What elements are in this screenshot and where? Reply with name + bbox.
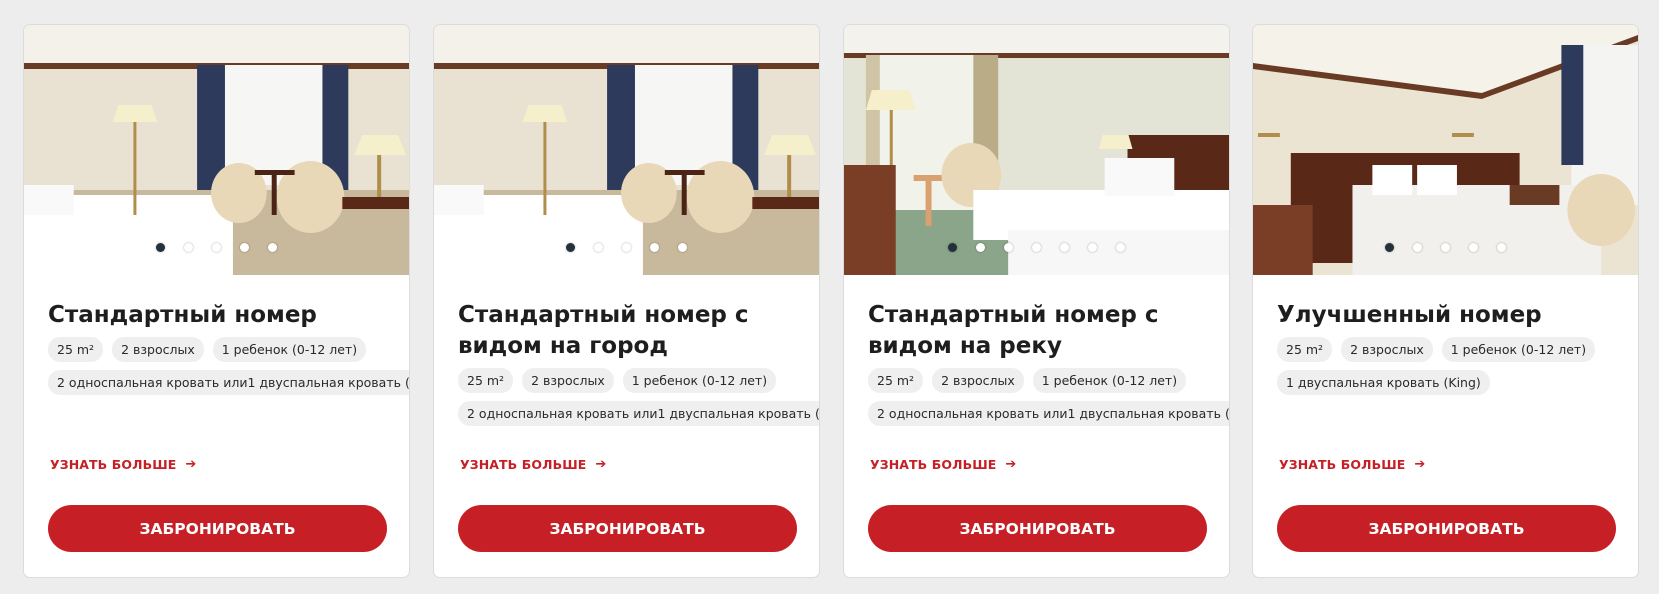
area-tag: 25 m² xyxy=(868,368,924,393)
adults-tag: 2 взрослых xyxy=(932,368,1024,393)
carousel-dot[interactable] xyxy=(650,243,659,252)
room-photo xyxy=(844,25,1229,275)
carousel-dot[interactable] xyxy=(1497,243,1506,252)
child-tag: 1 ребенок (0-12 лет) xyxy=(1441,337,1596,362)
carousel-dot[interactable] xyxy=(594,243,603,252)
room-card-body: Стандартный номер с видом на город 25 m²… xyxy=(458,300,819,426)
adults-tag: 2 взрослых xyxy=(1341,337,1433,362)
child-tag: 1 ребенок (0-12 лет) xyxy=(1032,368,1187,393)
carousel-dot[interactable] xyxy=(268,243,277,252)
book-button[interactable]: ЗАБРОНИРОВАТЬ xyxy=(458,505,797,552)
room-photo xyxy=(24,25,409,275)
carousel-dot[interactable] xyxy=(1413,243,1422,252)
arrow-right-icon: ➔ xyxy=(1005,457,1017,472)
carousel-dot[interactable] xyxy=(1032,243,1041,252)
book-button[interactable]: ЗАБРОНИРОВАТЬ xyxy=(48,505,387,552)
learn-more-link[interactable]: УЗНАТЬ БОЛЬШЕ ➔ xyxy=(460,457,606,472)
child-tag: 1 ребенок (0-12 лет) xyxy=(622,368,777,393)
room-card-body: Стандартный номер с видом на реку 25 m² … xyxy=(868,300,1229,426)
carousel-dot[interactable] xyxy=(1116,243,1125,252)
room-title: Стандартный номер xyxy=(48,302,317,328)
carousel-dot[interactable] xyxy=(1385,243,1394,252)
carousel-dots xyxy=(24,243,409,252)
learn-more-label: УЗНАТЬ БОЛЬШЕ xyxy=(870,457,997,472)
carousel-dot[interactable] xyxy=(566,243,575,252)
arrow-right-icon: ➔ xyxy=(185,457,197,472)
room-cards-grid: Стандартный номер 25 m² 2 взрослых 1 реб… xyxy=(0,0,1659,594)
carousel-dot[interactable] xyxy=(212,243,221,252)
room-tags: 25 m² 2 взрослых 1 ребенок (0-12 лет) 2 … xyxy=(48,337,409,395)
room-photo xyxy=(1253,25,1638,275)
bed-tag: 2 односпальная кровать или1 двуспальная … xyxy=(868,401,1229,426)
book-button[interactable]: ЗАБРОНИРОВАТЬ xyxy=(1277,505,1616,552)
carousel-dot[interactable] xyxy=(1060,243,1069,252)
room-tags: 25 m² 2 взрослых 1 ребенок (0-12 лет) 1 … xyxy=(1277,337,1620,395)
carousel-dots xyxy=(434,243,819,252)
room-tags: 25 m² 2 взрослых 1 ребенок (0-12 лет) 2 … xyxy=(458,368,819,426)
child-tag: 1 ребенок (0-12 лет) xyxy=(212,337,367,362)
room-photo-carousel[interactable] xyxy=(434,25,819,275)
carousel-dot[interactable] xyxy=(948,243,957,252)
carousel-dot[interactable] xyxy=(1088,243,1097,252)
area-tag: 25 m² xyxy=(48,337,104,362)
area-tag: 25 m² xyxy=(1277,337,1333,362)
learn-more-link[interactable]: УЗНАТЬ БОЛЬШЕ ➔ xyxy=(50,457,196,472)
learn-more-label: УЗНАТЬ БОЛЬШЕ xyxy=(50,457,177,472)
carousel-dots xyxy=(844,243,1229,252)
room-tags: 25 m² 2 взрослых 1 ребенок (0-12 лет) 2 … xyxy=(868,368,1229,426)
carousel-dot[interactable] xyxy=(622,243,631,252)
room-card: Стандартный номер 25 m² 2 взрослых 1 реб… xyxy=(23,24,410,578)
book-button[interactable]: ЗАБРОНИРОВАТЬ xyxy=(868,505,1207,552)
room-photo xyxy=(434,25,819,275)
room-card: Стандартный номер с видом на реку 25 m² … xyxy=(843,24,1230,578)
bed-tag: 2 односпальная кровать или1 двуспальная … xyxy=(48,370,409,395)
arrow-right-icon: ➔ xyxy=(595,457,607,472)
carousel-dot[interactable] xyxy=(1004,243,1013,252)
carousel-dot[interactable] xyxy=(184,243,193,252)
room-title: Стандартный номер с видом на реку xyxy=(868,302,1159,359)
bed-tag: 2 односпальная кровать или1 двуспальная … xyxy=(458,401,819,426)
area-tag: 25 m² xyxy=(458,368,514,393)
arrow-right-icon: ➔ xyxy=(1414,457,1426,472)
room-card: Стандартный номер с видом на город 25 m²… xyxy=(433,24,820,578)
room-photo-carousel[interactable] xyxy=(1253,25,1638,275)
learn-more-label: УЗНАТЬ БОЛЬШЕ xyxy=(1279,457,1406,472)
adults-tag: 2 взрослых xyxy=(522,368,614,393)
room-card-body: Улучшенный номер 25 m² 2 взрослых 1 ребе… xyxy=(1277,300,1620,395)
carousel-dot[interactable] xyxy=(240,243,249,252)
learn-more-label: УЗНАТЬ БОЛЬШЕ xyxy=(460,457,587,472)
carousel-dot[interactable] xyxy=(976,243,985,252)
carousel-dot[interactable] xyxy=(156,243,165,252)
room-card: Улучшенный номер 25 m² 2 взрослых 1 ребе… xyxy=(1252,24,1639,578)
carousel-dot[interactable] xyxy=(1469,243,1478,252)
learn-more-link[interactable]: УЗНАТЬ БОЛЬШЕ ➔ xyxy=(1279,457,1425,472)
bed-tag: 1 двуспальная кровать (King) xyxy=(1277,370,1490,395)
room-title: Стандартный номер с видом на город xyxy=(458,302,749,359)
room-card-body: Стандартный номер 25 m² 2 взрослых 1 реб… xyxy=(48,300,409,395)
carousel-dots xyxy=(1253,243,1638,252)
adults-tag: 2 взрослых xyxy=(112,337,204,362)
room-title: Улучшенный номер xyxy=(1277,302,1542,328)
room-photo-carousel[interactable] xyxy=(24,25,409,275)
carousel-dot[interactable] xyxy=(678,243,687,252)
learn-more-link[interactable]: УЗНАТЬ БОЛЬШЕ ➔ xyxy=(870,457,1016,472)
room-photo-carousel[interactable] xyxy=(844,25,1229,275)
carousel-dot[interactable] xyxy=(1441,243,1450,252)
